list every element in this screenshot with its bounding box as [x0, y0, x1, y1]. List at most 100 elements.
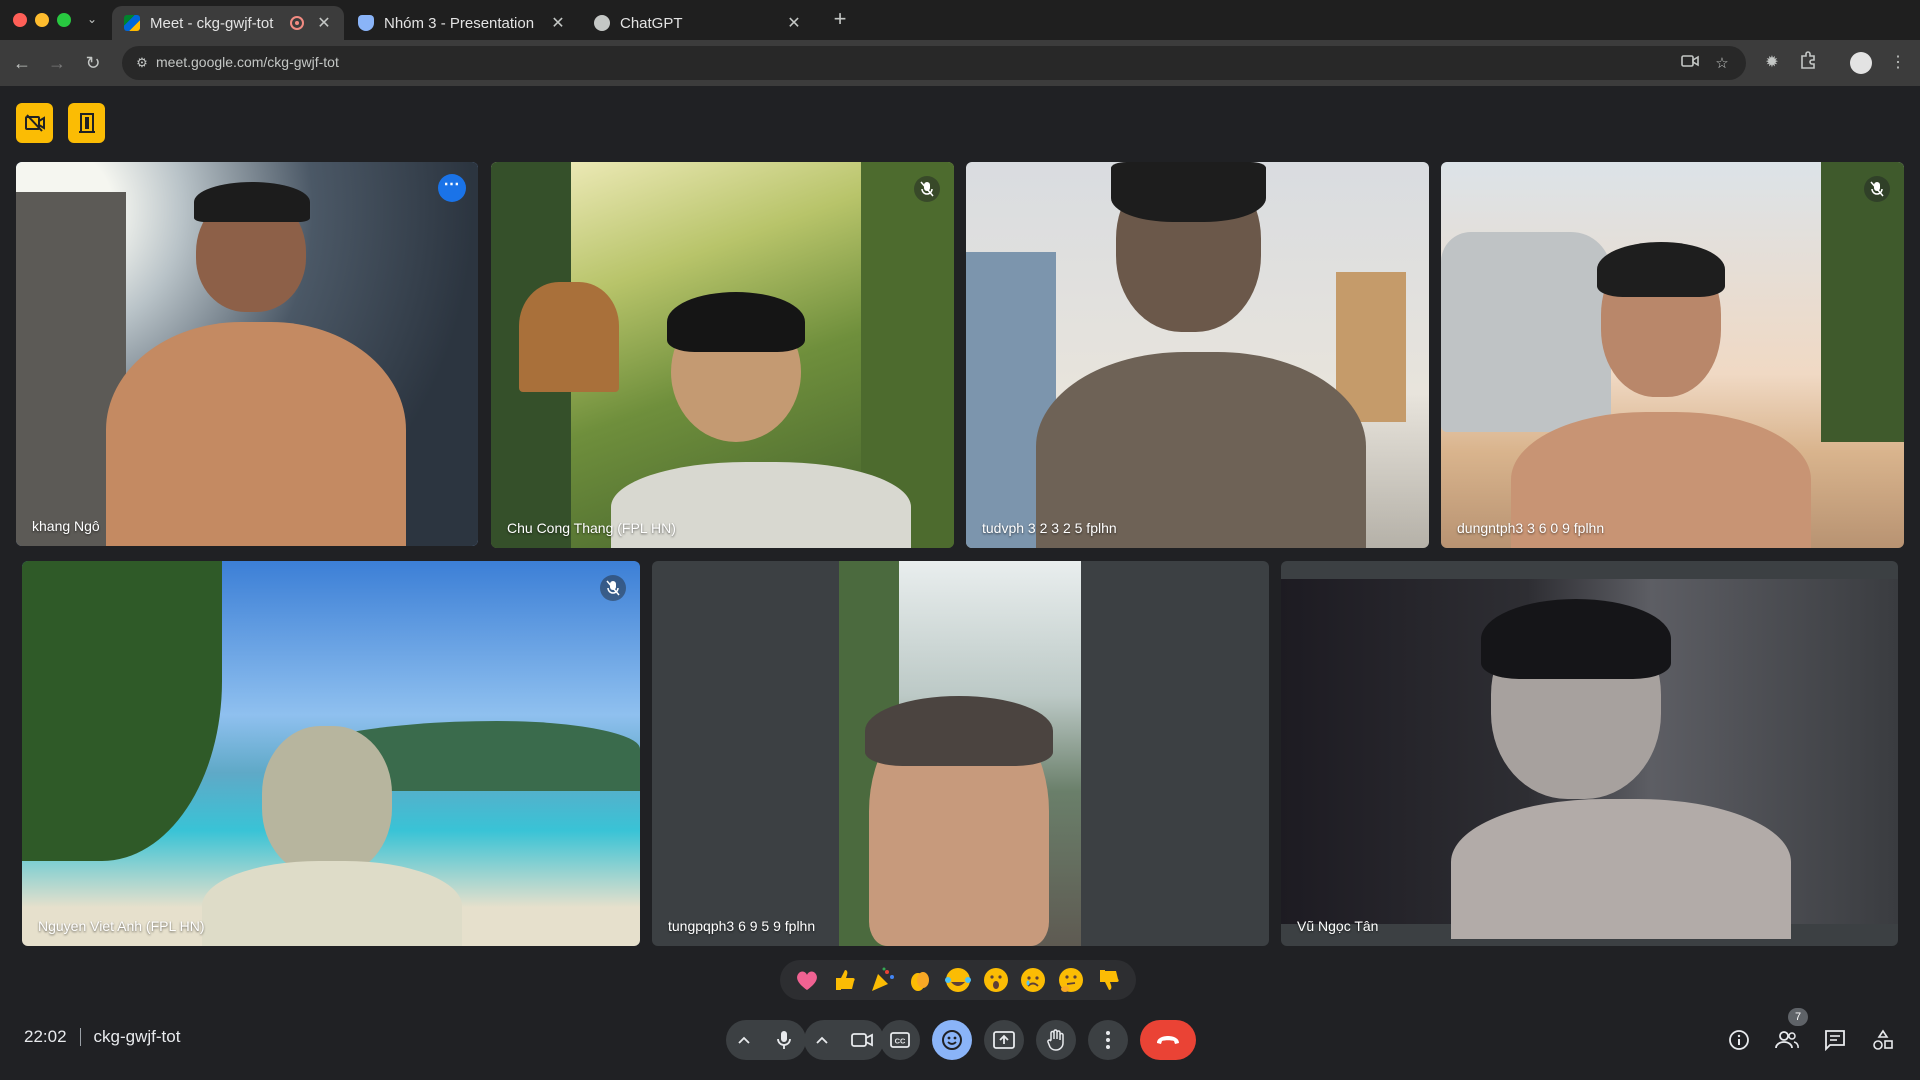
- activities-shapes-icon[interactable]: [1870, 1027, 1896, 1053]
- reload-icon[interactable]: ↻: [80, 50, 106, 76]
- divider: [79, 1028, 81, 1046]
- video-feed: [1281, 579, 1898, 939]
- person-shirt: [202, 861, 462, 946]
- address-bar[interactable]: ⚙ meet.google.com/ckg-gwjf-tot ☆: [122, 46, 1746, 80]
- participant-tile[interactable]: Vũ Ngọc Tân: [1281, 561, 1898, 946]
- video-feed: [966, 162, 1429, 548]
- camera-control: [804, 1020, 884, 1060]
- browser-toolbar: ← → ↻ ⚙ meet.google.com/ckg-gwjf-tot ☆ ✹…: [0, 40, 1920, 86]
- video-feed: [839, 561, 1081, 946]
- host-controls-badge[interactable]: [68, 103, 105, 143]
- participant-name: tudvph 3 2 3 2 5 fplhn: [982, 520, 1117, 536]
- video-camera-icon: [851, 1033, 873, 1047]
- tab-presentation[interactable]: Nhóm 3 - Presentation ✕: [346, 6, 578, 40]
- person-hair: [1481, 599, 1671, 679]
- participant-name: dungntph3 3 6 0 9 fplhn: [1457, 520, 1605, 536]
- close-tab-icon[interactable]: ✕: [786, 13, 802, 33]
- participant-tile[interactable]: Chu Cong Thang (FPL HN): [491, 162, 954, 548]
- back-arrow-icon[interactable]: ←: [9, 50, 35, 76]
- camera-in-use-icon[interactable]: [1680, 54, 1700, 74]
- tab-title: Meet - ckg-gwjf-tot: [150, 14, 274, 32]
- window-close-button[interactable]: [13, 13, 27, 27]
- participant-name: khang Ngô: [32, 518, 100, 534]
- background-palm: [22, 561, 222, 861]
- background-palm: [1821, 162, 1904, 442]
- crying-face-icon[interactable]: [1018, 965, 1048, 995]
- hang-up-icon: [1157, 1036, 1179, 1044]
- video-off-icon: [24, 114, 45, 132]
- background-camper: [1441, 232, 1611, 432]
- close-tab-icon[interactable]: ✕: [316, 13, 332, 33]
- profile-avatar[interactable]: [1850, 52, 1872, 74]
- mic-off-icon: [1864, 176, 1890, 202]
- microphone-icon: [777, 1031, 791, 1049]
- more-vert-icon: [1106, 1031, 1110, 1049]
- shield-icon: [358, 15, 374, 31]
- audio-options-chevron-icon[interactable]: [726, 1020, 762, 1060]
- party-popper-icon[interactable]: [867, 965, 897, 995]
- mic-off-icon: [914, 176, 940, 202]
- person-body: [106, 322, 406, 546]
- meet-icon: [124, 15, 140, 31]
- tears-of-joy-icon[interactable]: [943, 965, 973, 995]
- tab-meet[interactable]: Meet - ckg-gwjf-tot ✕: [112, 6, 344, 40]
- thumbs-down-icon[interactable]: [1094, 965, 1124, 995]
- meeting-details-info-icon[interactable]: [1726, 1027, 1752, 1053]
- person-hair: [1111, 162, 1266, 222]
- sparkling-heart-icon[interactable]: [792, 965, 822, 995]
- reactions-bar: [780, 960, 1136, 1000]
- tab-chatgpt[interactable]: ChatGPT ✕: [582, 6, 814, 40]
- recording-icon: [290, 16, 304, 30]
- video-options-chevron-icon[interactable]: [804, 1020, 840, 1060]
- reactions-button[interactable]: [932, 1020, 972, 1060]
- video-feed: [22, 561, 640, 946]
- clapping-hands-icon[interactable]: [905, 965, 935, 995]
- video-feed: [1441, 162, 1904, 548]
- extension-gear-icon[interactable]: ✹: [1760, 51, 1784, 75]
- new-tab-button[interactable]: +: [828, 8, 852, 32]
- participant-tile[interactable]: Nguyen Viet Anh (FPL HN): [22, 561, 640, 946]
- people-icon[interactable]: [1774, 1027, 1800, 1053]
- person-body: [1036, 352, 1366, 548]
- leave-call-button[interactable]: [1140, 1020, 1196, 1060]
- url-text: meet.google.com/ckg-gwjf-tot: [156, 54, 339, 70]
- participant-tile[interactable]: ⋯ khang Ngô: [16, 162, 478, 546]
- svg-text:CC: CC: [895, 1037, 906, 1046]
- window-zoom-button[interactable]: [57, 13, 71, 27]
- extensions-puzzle-icon[interactable]: [1796, 51, 1820, 75]
- closed-captions-icon: CC: [890, 1032, 910, 1048]
- more-options-button[interactable]: ⋯: [438, 174, 466, 202]
- window-minimize-button[interactable]: [35, 13, 49, 27]
- participant-name: Vũ Ngọc Tân: [1297, 918, 1379, 934]
- participant-count-badge: 7: [1788, 1008, 1808, 1026]
- more-options-button[interactable]: [1088, 1020, 1128, 1060]
- participant-name: Chu Cong Thang (FPL HN): [507, 520, 676, 536]
- site-settings-icon[interactable]: ⚙: [134, 55, 150, 71]
- thinking-face-icon[interactable]: [1056, 965, 1086, 995]
- captions-button[interactable]: CC: [880, 1020, 920, 1060]
- meeting-code: ckg-gwjf-tot: [93, 1027, 181, 1046]
- present-screen-button[interactable]: [984, 1020, 1024, 1060]
- forward-arrow-icon[interactable]: →: [44, 50, 70, 76]
- participant-tile[interactable]: dungntph3 3 6 0 9 fplhn: [1441, 162, 1904, 548]
- surprised-face-icon[interactable]: [981, 965, 1011, 995]
- participant-name: tungpqph3 6 9 5 9 fplhn: [668, 918, 816, 934]
- person-body: [1451, 799, 1791, 939]
- recording-notice-badge[interactable]: [16, 103, 53, 143]
- microphone-button[interactable]: [762, 1020, 806, 1060]
- tab-search-chevron-icon[interactable]: ⌄: [84, 10, 100, 28]
- person-hair: [865, 696, 1053, 766]
- participant-tile[interactable]: tudvph 3 2 3 2 5 fplhn: [966, 162, 1429, 548]
- person-hair: [667, 292, 805, 352]
- chat-icon[interactable]: [1822, 1027, 1848, 1053]
- close-tab-icon[interactable]: ✕: [550, 13, 566, 33]
- camera-button[interactable]: [840, 1020, 884, 1060]
- microphone-control: [726, 1020, 806, 1060]
- participant-tile[interactable]: tungpqph3 6 9 5 9 fplhn: [652, 561, 1269, 946]
- thumbs-up-icon[interactable]: [830, 965, 860, 995]
- raise-hand-button[interactable]: [1036, 1020, 1076, 1060]
- bookmark-star-icon[interactable]: ☆: [1712, 54, 1732, 74]
- person-head: [262, 726, 392, 876]
- browser-menu-icon[interactable]: ⋮: [1886, 51, 1910, 75]
- video-feed: [491, 162, 954, 548]
